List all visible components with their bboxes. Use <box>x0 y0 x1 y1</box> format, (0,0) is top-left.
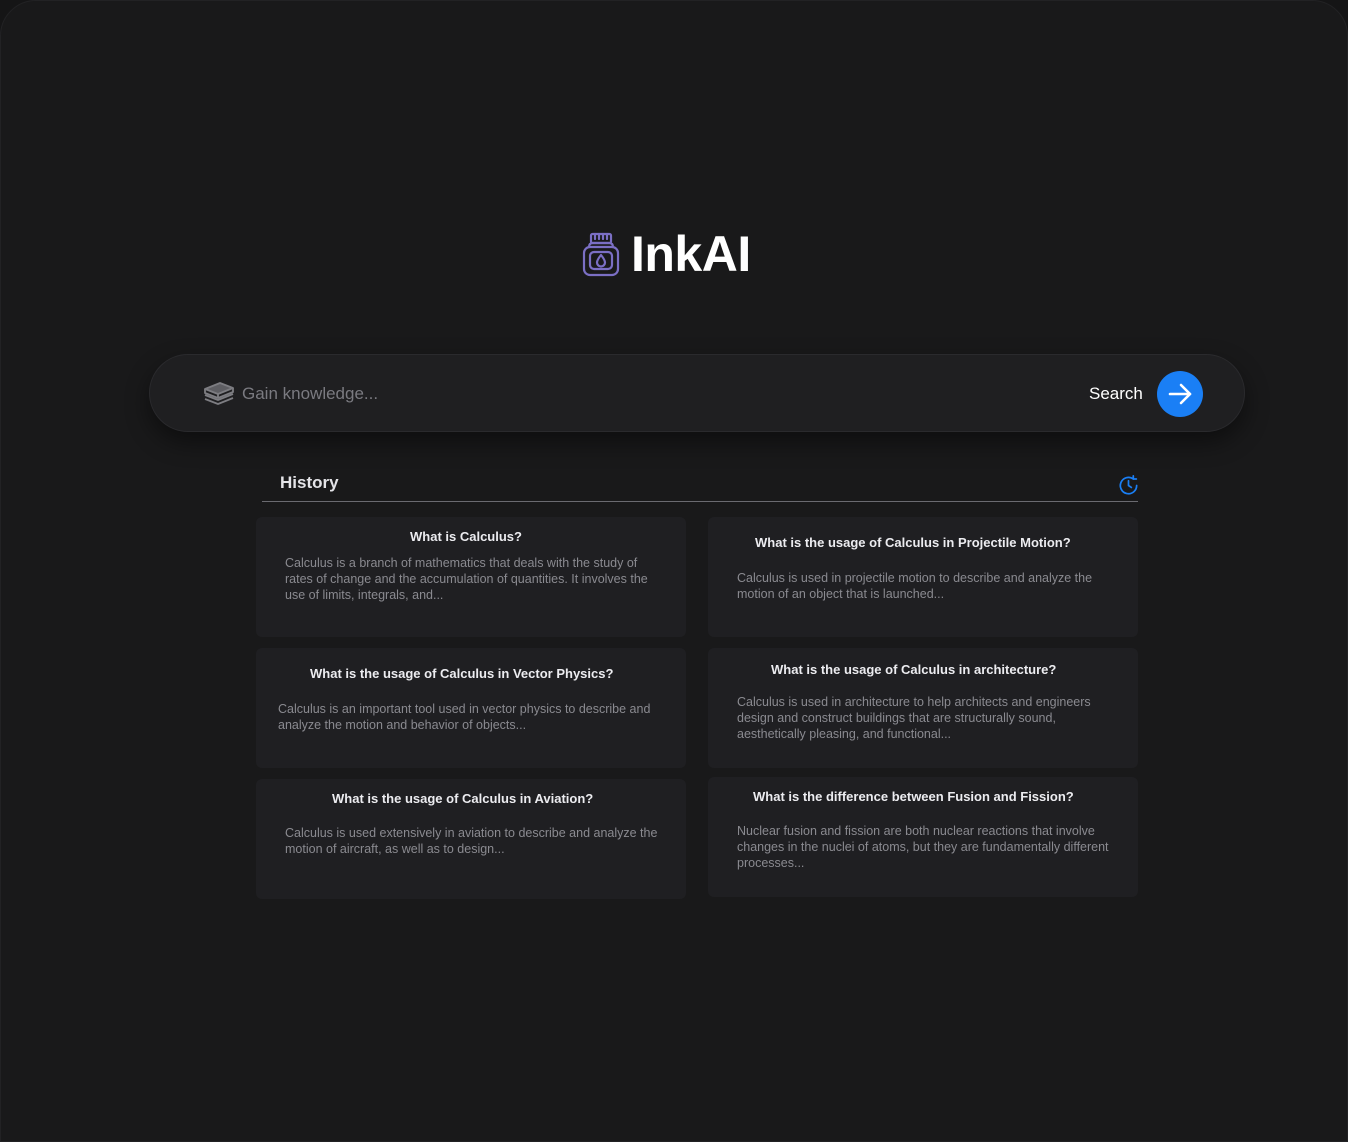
history-card-summary: Calculus is an important tool used in ve… <box>278 702 651 732</box>
history-card[interactable]: What is the usage of Calculus in Vector … <box>256 648 686 768</box>
history-card[interactable]: What is the usage of Calculus in Project… <box>708 517 1138 637</box>
search-button[interactable] <box>1157 371 1203 417</box>
history-card-title: What is the usage of Calculus in Project… <box>755 535 1071 550</box>
search-input[interactable] <box>242 379 1002 409</box>
history-card[interactable]: What is the usage of Calculus in archite… <box>708 648 1138 768</box>
history-card[interactable]: What is the difference between Fusion an… <box>708 777 1138 897</box>
history-card-title: What is Calculus? <box>410 529 522 544</box>
history-card[interactable]: What is Calculus? Calculus is a branch o… <box>256 517 686 637</box>
arrow-right-icon <box>1168 383 1192 405</box>
history-card-summary: Calculus is used in projectile motion to… <box>737 571 1093 601</box>
ink-bottle-icon <box>582 232 620 277</box>
history-clock-icon[interactable] <box>1117 474 1140 497</box>
search-bar: Search <box>149 354 1245 432</box>
history-card-summary: Calculus is used extensively in aviation… <box>285 826 658 856</box>
history-card[interactable]: What is the usage of Calculus in Aviatio… <box>256 779 686 899</box>
history-card-title: What is the difference between Fusion an… <box>753 789 1074 804</box>
history-card-summary: Calculus is a branch of mathematics that… <box>285 556 648 602</box>
search-button-label[interactable]: Search <box>1089 383 1143 405</box>
history-card-summary: Calculus is used in architecture to help… <box>737 695 1091 741</box>
app-window: InkAI Search History What <box>0 0 1348 1142</box>
brand-name: InkAI <box>631 226 751 282</box>
books-stack-icon <box>202 380 236 408</box>
history-card-title: What is the usage of Calculus in archite… <box>771 662 1057 677</box>
history-card-summary: Nuclear fusion and fission are both nucl… <box>737 824 1109 870</box>
history-card-title: What is the usage of Calculus in Aviatio… <box>332 791 594 806</box>
history-card-title: What is the usage of Calculus in Vector … <box>310 666 614 681</box>
history-heading: History <box>280 473 339 492</box>
brand-logo: InkAI <box>581 227 751 281</box>
history-divider <box>262 501 1138 502</box>
